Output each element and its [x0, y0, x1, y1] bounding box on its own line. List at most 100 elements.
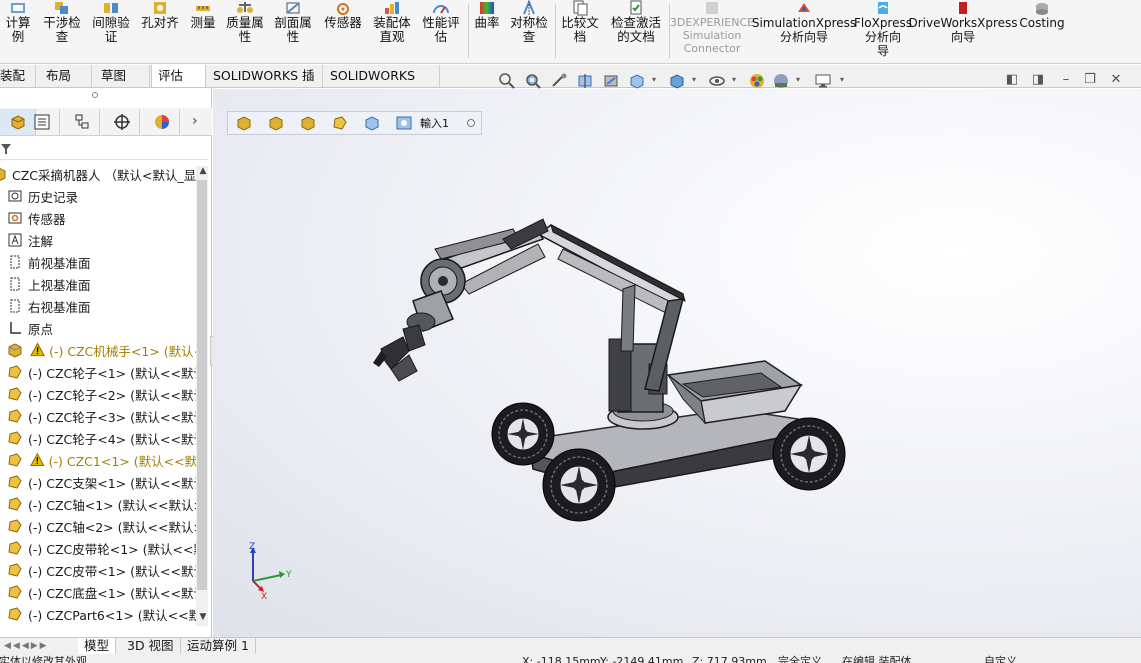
- minimize-icon[interactable]: –: [1058, 72, 1074, 88]
- floxpress-button[interactable]: FloXpress 分析向 导: [854, 0, 912, 64]
- zoom-to-area-icon[interactable]: [524, 72, 542, 90]
- tree-item[interactable]: (-) CZC轴<1> (默认<<默认>_: [0, 493, 196, 515]
- view-orientation-icon[interactable]: [628, 72, 646, 90]
- apply-scene-dropdown-icon[interactable]: ▾: [794, 72, 802, 88]
- section-properties-button[interactable]: 剖面属 性: [270, 0, 316, 64]
- tree-item[interactable]: 右视基准面: [0, 295, 196, 317]
- zoom-to-fit-icon[interactable]: [498, 72, 516, 90]
- tile-left-icon[interactable]: ◧: [1004, 72, 1020, 88]
- history-icon: [8, 190, 22, 202]
- tab-scroll-arrows-icon[interactable]: ◀◀◀▶▶: [4, 640, 70, 652]
- symmetry-check-button[interactable]: 对称检 查: [506, 0, 552, 64]
- tree-item-label: 上视基准面: [28, 277, 91, 293]
- tab-model[interactable]: 模型: [78, 638, 117, 654]
- displaymanager-tab[interactable]: [144, 109, 180, 135]
- scroll-up-icon[interactable]: ▲: [198, 166, 208, 176]
- status-z-coord: Z: 717.93mm: [692, 655, 767, 663]
- sensor-button[interactable]: 传感器: [320, 0, 366, 64]
- view-orientation-dropdown-icon[interactable]: ▾: [650, 72, 658, 88]
- command-tabs: 装配体 布局 草图 评估 SOLIDWORKS 插件 SOLIDWORKS MB…: [0, 65, 1141, 105]
- tree-scrollbar-thumb[interactable]: [197, 180, 207, 590]
- compare-documents-button[interactable]: 比较文 档: [558, 0, 602, 64]
- tree-item[interactable]: (-) CZC轮子<4> (默认<<默认: [0, 427, 196, 449]
- tab-solidworks-addins[interactable]: SOLIDWORKS 插件: [207, 65, 323, 105]
- tree-item[interactable]: (-) CZC轮子<2> (默认<<默认: [0, 383, 196, 405]
- simulationxpress-button[interactable]: SimulationXpress 分析向导: [752, 0, 856, 64]
- tab-motion-study-1[interactable]: 运动算例 1: [181, 638, 256, 654]
- check-active-document-button[interactable]: 检查激活 的文档: [605, 0, 667, 64]
- robot-model[interactable]: [213, 89, 1141, 637]
- curvature-button[interactable]: 曲率: [470, 0, 504, 64]
- assembly-visualization-icon: [385, 2, 399, 14]
- triad-x-label: X: [261, 592, 267, 599]
- measure-button[interactable]: 测量: [185, 0, 221, 64]
- tree-item-label: (-) CZC轮子<1> (默认<<默认: [28, 365, 196, 381]
- tree-item[interactable]: (-) CZC1<1> (默认<<默认: [0, 449, 196, 471]
- tree-item[interactable]: 上视基准面: [0, 273, 196, 295]
- tree-item[interactable]: 前视基准面: [0, 251, 196, 273]
- costing-button[interactable]: Costing: [1016, 0, 1068, 64]
- tab-evaluate[interactable]: 评估: [151, 65, 206, 87]
- sensor-icon: [337, 3, 349, 15]
- tree-item[interactable]: (-) CZC轮子<1> (默认<<默认: [0, 361, 196, 383]
- close-icon[interactable]: ✕: [1108, 72, 1124, 88]
- tree-item[interactable]: (-) CZC轮子<3> (默认<<默认: [0, 405, 196, 427]
- tree-item[interactable]: (-) CZC机械手<1> (默认<: [0, 339, 196, 361]
- ribbon-separator: [468, 4, 469, 58]
- status-edit-mode: 在编辑 装配体: [842, 655, 912, 663]
- view-settings-icon[interactable]: [814, 72, 832, 90]
- performance-evaluation-button[interactable]: 性能评 估: [418, 0, 464, 64]
- status-units[interactable]: 自定义: [984, 655, 1017, 663]
- view-settings-dropdown-icon[interactable]: ▾: [838, 72, 846, 88]
- part-icon: [8, 387, 22, 401]
- tab-layout[interactable]: 布局: [40, 65, 92, 87]
- assembly-visualization-label: 装配体 直观: [373, 15, 411, 44]
- hole-alignment-button[interactable]: 孔对齐: [137, 0, 183, 64]
- tree-item[interactable]: 传感器: [0, 207, 196, 229]
- mass-properties-button[interactable]: 质量属 性: [223, 0, 267, 64]
- interference-check-button[interactable]: 干涉检 查: [38, 0, 86, 64]
- part-icon: [8, 585, 22, 599]
- 3dexperience-connector-button[interactable]: 3DEXPERIENCE Simulation Connector: [670, 0, 754, 64]
- tree-item[interactable]: (-) CZCPart6<1> (默认<<默认: [0, 603, 196, 623]
- hide-show-dropdown-icon[interactable]: ▾: [730, 72, 738, 88]
- display-style-dropdown-icon[interactable]: ▾: [690, 72, 698, 88]
- tree-item[interactable]: 原点: [0, 317, 196, 339]
- tab-sketch[interactable]: 草图: [95, 65, 150, 87]
- tree-item[interactable]: (-) CZC皮带轮<1> (默认<<默: [0, 537, 196, 559]
- edit-appearance-icon[interactable]: [748, 72, 766, 90]
- tree-item[interactable]: 历史记录: [0, 185, 196, 207]
- hide-show-items-icon[interactable]: [708, 72, 726, 90]
- tab-3d-view[interactable]: 3D 视图: [121, 638, 181, 654]
- curvature-label: 曲率: [474, 15, 500, 30]
- scroll-down-icon[interactable]: ▼: [198, 612, 208, 622]
- design-study-button[interactable]: 计算 例: [0, 0, 36, 64]
- interference-check-label: 干涉检 查: [43, 15, 81, 44]
- apply-scene-icon[interactable]: [772, 72, 790, 90]
- dimxpertmanager-tab[interactable]: [104, 109, 140, 135]
- display-style-icon[interactable]: [668, 72, 686, 90]
- assembly-visualization-button[interactable]: 装配体 直观: [369, 0, 415, 64]
- previous-view-icon[interactable]: [550, 72, 568, 90]
- section-view-icon[interactable]: [576, 72, 594, 90]
- propertymanager-tab[interactable]: [24, 109, 60, 135]
- tree-item[interactable]: (-) CZC轴<2> (默认<<默认>_: [0, 515, 196, 537]
- clearance-verification-button[interactable]: 间隙验 证: [88, 0, 134, 64]
- dynamic-annotation-icon[interactable]: [602, 72, 620, 90]
- tree-item[interactable]: (-) CZC皮带<1> (默认<<默认: [0, 559, 196, 581]
- tabs-scroll-right-icon[interactable]: ›: [192, 112, 208, 130]
- filter-icon[interactable]: [0, 142, 12, 156]
- driveworksxpress-icon: [959, 2, 967, 14]
- tree-item[interactable]: (-) CZC底盘<1> (默认<<默认: [0, 581, 196, 603]
- graphics-area[interactable]: 輸入1 Z Y X: [213, 89, 1141, 637]
- tab-assembly[interactable]: 装配体: [0, 65, 36, 105]
- tile-right-icon[interactable]: ◨: [1030, 72, 1046, 88]
- driveworksxpress-button[interactable]: DriveWorksXpress 向导: [908, 0, 1018, 64]
- tree-item[interactable]: (-) CZC支架<1> (默认<<默认: [0, 471, 196, 493]
- restore-icon[interactable]: ❐: [1082, 72, 1098, 88]
- tab-solidworks-mbd[interactable]: SOLIDWORKS MBD: [324, 65, 440, 105]
- configurationmanager-tab[interactable]: [64, 109, 100, 135]
- panel-grip-icon[interactable]: [92, 92, 98, 98]
- tree-root[interactable]: CZC采摘机器人 （默认<默认_显示状: [0, 163, 196, 185]
- tree-item[interactable]: 注解: [0, 229, 196, 251]
